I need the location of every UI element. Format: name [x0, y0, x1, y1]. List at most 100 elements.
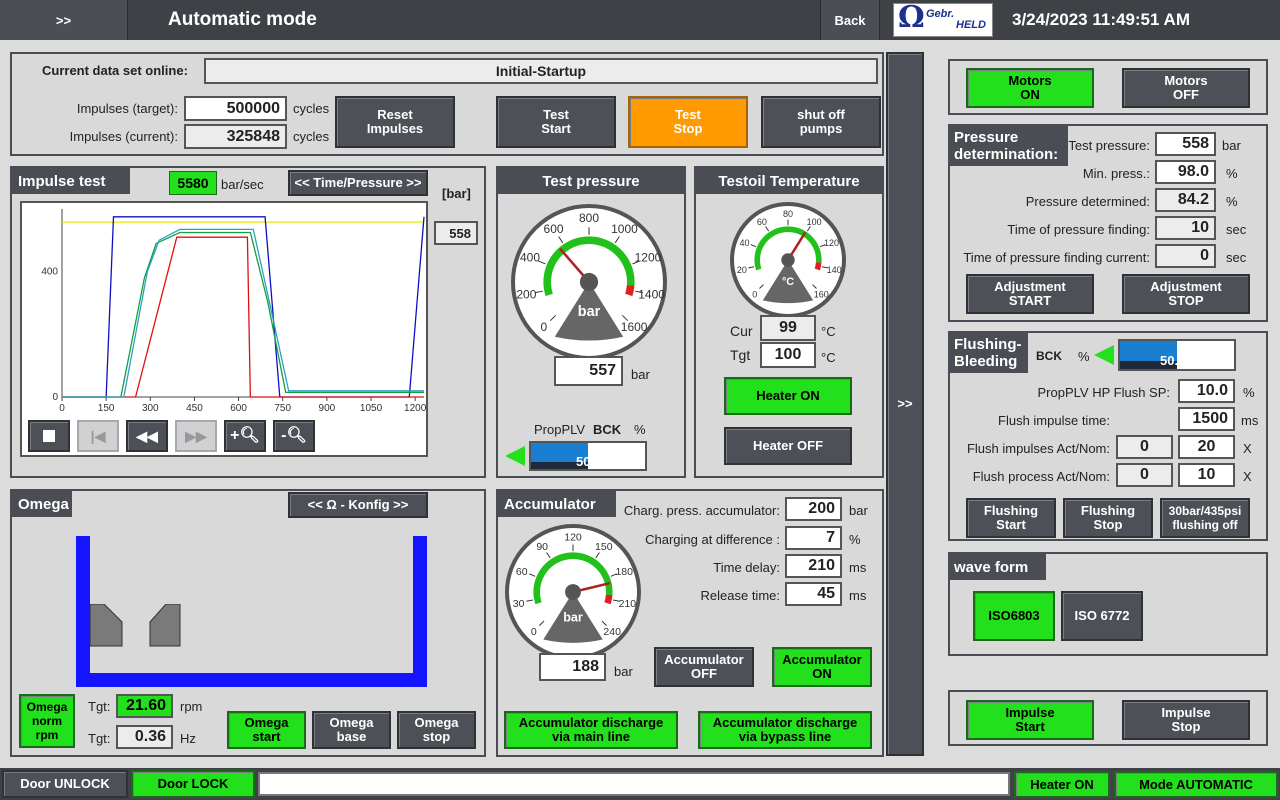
chart-first-button[interactable]: |◀ [77, 420, 119, 452]
pd-det-field: 84.2 [1155, 188, 1216, 212]
pressure-gauge-tick-label: 1000 [611, 222, 638, 236]
temp-gauge-tick-label: 0 [752, 289, 757, 299]
proppLV-label: PropPLV [534, 422, 586, 437]
pressure-gauge-tick-label: 1400 [638, 287, 665, 301]
chart-x-tick-label: 0 [59, 403, 65, 414]
pressure-gauge-unit-label: bar [578, 304, 601, 320]
impulses-target-field[interactable]: 500000 [184, 96, 287, 121]
impulse-rate-value: 5580 [169, 171, 217, 195]
heater-status-indicator: Heater ON [1014, 771, 1110, 798]
pd-tpfc-label: Time of pressure finding current: [963, 250, 1150, 265]
time-delay-label: Time delay: [713, 560, 780, 575]
pressure-determination-title: Pressure determination: [950, 126, 1068, 166]
heater-off-button[interactable]: Heater OFF [724, 427, 852, 465]
charg-press-field[interactable]: 200 [785, 497, 842, 521]
flushing-start-button[interactable]: Flushing Start [966, 498, 1056, 538]
time-delay-field[interactable]: 210 [785, 554, 842, 578]
chart-x-tick-label: 450 [186, 403, 203, 414]
accumulator-discharge-main-button[interactable]: Accumulator discharge via main line [504, 711, 678, 749]
flush-proc-nom-field[interactable]: 10 [1178, 463, 1235, 487]
test-pressure-gauge: 0 200 400 600 800 1000 1200 1400 1600 bar [509, 202, 669, 362]
temp-cur-value: 99 [760, 315, 816, 341]
omega-stop-button[interactable]: Omega stop [397, 711, 476, 749]
charg-press-unit: bar [849, 503, 868, 518]
impulse-stop-button[interactable]: Impulse Stop [1122, 700, 1250, 740]
pressure-gauge-tick-label: 200 [516, 287, 536, 301]
flushing-bar: 50.0 [1118, 339, 1236, 371]
test-pressure-value: 557 [554, 356, 623, 386]
side-panel-toggle[interactable]: >> [886, 52, 924, 756]
temp-gauge-tick-label: 80 [783, 209, 793, 219]
chart-x-tick-label: 750 [274, 403, 291, 414]
flushing-title: Flushing- Bleeding [950, 333, 1028, 373]
omega-start-button[interactable]: Omega start [227, 711, 306, 749]
test-start-button[interactable]: Test Start [496, 96, 616, 148]
flushing-off-button[interactable]: 30bar/435psi flushing off [1160, 498, 1250, 538]
pd-min-unit: % [1226, 166, 1238, 181]
omega-hz-unit: Hz [180, 731, 196, 746]
door-lock-button[interactable]: Door LOCK [131, 770, 255, 798]
motors-off-button[interactable]: Motors OFF [1122, 68, 1250, 108]
acc-gauge-tick-label: 120 [564, 532, 582, 544]
temp-gauge-tick-label: 100 [807, 217, 822, 227]
pd-tpf-unit: sec [1226, 222, 1247, 237]
omega-hz-tgt-label: Tgt: [88, 731, 111, 746]
flush-time-label: Flush impulse time: [998, 413, 1110, 428]
motors-on-button[interactable]: Motors ON [966, 68, 1094, 108]
adjustment-start-button[interactable]: Adjustment START [966, 274, 1094, 314]
dataset-label: Current data set online: [42, 63, 188, 78]
chart-zoom-in-button[interactable]: +🔍︎ [224, 420, 266, 452]
chart-x-tick-label: 1050 [360, 403, 383, 414]
iso6803-button[interactable]: ISO6803 [973, 591, 1055, 641]
pressure-gauge-pivot [579, 272, 599, 292]
pressure-gauge-tick-label: 400 [520, 251, 540, 265]
temp-tgt-unit: °C [821, 350, 836, 365]
waveform-title: wave form [950, 554, 1046, 580]
impulses-target-label: Impulses (target): [76, 101, 178, 116]
omega-base-button[interactable]: Omega base [312, 711, 391, 749]
reset-impulses-button[interactable]: Reset Impulses [335, 96, 455, 148]
omega-title: Omega [12, 491, 72, 517]
accumulator-on-button[interactable]: Accumulator ON [772, 647, 872, 687]
accumulator-off-button[interactable]: Accumulator OFF [654, 647, 754, 687]
chart-zoom-out-button[interactable]: -🔍︎ [273, 420, 315, 452]
flushing-stop-button[interactable]: Flushing Stop [1063, 498, 1153, 538]
test-stop-button[interactable]: Test Stop [628, 96, 748, 148]
adjustment-stop-button[interactable]: Adjustment STOP [1122, 274, 1250, 314]
acc-gauge-tick-label: 0 [531, 626, 537, 638]
chart-rewind-button[interactable]: ◀◀ [126, 420, 168, 452]
datetime: 3/24/2023 11:49:51 AM [1012, 10, 1190, 29]
current-pressure-readout: 558 [434, 221, 478, 245]
chart-series-line [62, 231, 424, 398]
flush-time-field[interactable]: 1500 [1178, 407, 1235, 431]
omega-norm-rpm-button[interactable]: Omega norm rpm [19, 694, 75, 748]
impulse-start-button[interactable]: Impulse Start [966, 700, 1094, 740]
temp-gauge-band [814, 262, 822, 271]
shut-off-pumps-button[interactable]: shut off pumps [761, 96, 881, 148]
time-pressure-toggle[interactable]: << Time/Pressure >> [288, 170, 428, 196]
release-time-label: Release time: [700, 588, 780, 603]
flush-sp-field[interactable]: 10.0 [1178, 379, 1235, 403]
chart-stop-button[interactable] [28, 420, 70, 452]
omega-konfig-button[interactable]: << Ω - Konfig >> [288, 492, 428, 518]
release-time-field[interactable]: 45 [785, 582, 842, 606]
omega-rpm-field[interactable]: 21.60 [116, 694, 173, 718]
pd-min-field[interactable]: 98.0 [1155, 160, 1216, 184]
accumulator-discharge-bypass-button[interactable]: Accumulator discharge via bypass line [698, 711, 872, 749]
test-pressure-unit: bar [631, 367, 650, 382]
iso6772-button[interactable]: ISO 6772 [1061, 591, 1143, 641]
heater-on-button[interactable]: Heater ON [724, 377, 852, 415]
acc-gauge-tick-label: 240 [603, 626, 621, 638]
back-button[interactable]: Back [820, 0, 880, 40]
flush-imp-nom-field[interactable]: 20 [1178, 435, 1235, 459]
impulses-target-unit: cycles [293, 101, 330, 116]
flush-proc-unit: X [1243, 469, 1252, 484]
charg-diff-label: Charging at difference : [645, 532, 780, 547]
temp-gauge-tick-label: 20 [737, 265, 747, 275]
temp-tgt-value[interactable]: 100 [760, 342, 816, 368]
menu-button[interactable]: >> [0, 0, 128, 40]
door-unlock-button[interactable]: Door UNLOCK [2, 770, 128, 798]
zoom-in-icon: +🔍︎ [230, 427, 260, 444]
chart-forward-button[interactable]: ▶▶ [175, 420, 217, 452]
charg-diff-field[interactable]: 7 [785, 526, 842, 550]
